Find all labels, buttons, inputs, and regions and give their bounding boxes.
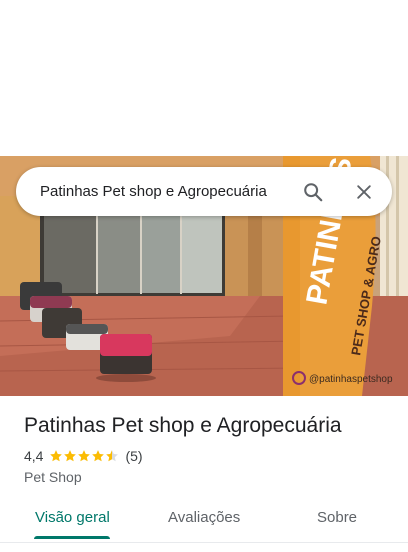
star-half-icon [106,450,119,462]
tab-bar: Visão geral Avaliações Sobre [0,496,408,543]
close-icon[interactable] [352,180,376,204]
rating-value: 4,4 [24,448,44,464]
search-icon[interactable] [301,180,325,204]
tab-reviews[interactable]: Avaliações [168,509,240,526]
star-icon [92,450,105,462]
tab-about[interactable]: Sobre [317,509,357,526]
active-tab-indicator [34,536,110,539]
banner-handle: @patinhaspetshop [309,374,393,385]
place-title: Patinhas Pet shop e Agropecuária [24,414,342,437]
tab-overview[interactable]: Visão geral [35,509,110,526]
star-icon [64,450,77,462]
star-icon [50,450,63,462]
star-icon [78,450,91,462]
rating-stars [49,449,119,463]
rating-row[interactable]: 4,4 (5) [24,448,143,464]
review-count[interactable]: (5) [125,448,142,464]
place-category: Pet Shop [24,469,82,485]
search-bar[interactable]: Patinhas Pet shop e Agropecuária [16,167,392,216]
search-input[interactable]: Patinhas Pet shop e Agropecuária [16,183,301,200]
